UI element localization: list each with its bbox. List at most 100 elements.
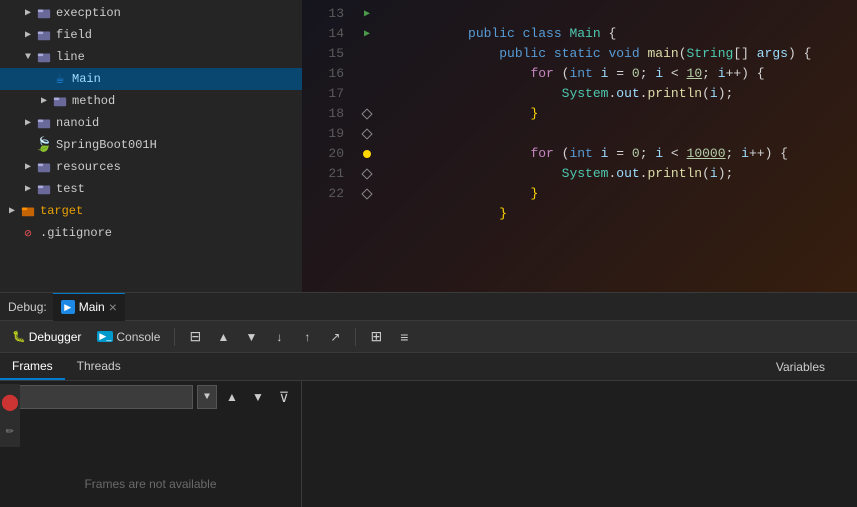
gutter-16 bbox=[352, 64, 382, 84]
folder-icon-exception bbox=[36, 5, 52, 21]
code-lines-area[interactable]: public class Main { public static void m… bbox=[382, 0, 857, 292]
gutter-18 bbox=[352, 104, 382, 124]
token: { bbox=[601, 26, 617, 41]
ln-20: 20 bbox=[302, 144, 352, 164]
gutter-19 bbox=[352, 124, 382, 144]
toolbar-evaluate-btn[interactable]: ⊞ bbox=[364, 325, 388, 349]
warning-dot-20 bbox=[363, 150, 371, 158]
breakpoint-diamond-18 bbox=[361, 108, 372, 119]
gutter-14: ▶ bbox=[352, 24, 382, 44]
tree-item-exception[interactable]: execption bbox=[0, 2, 302, 24]
left-debug-icons: ⬤ ✏ bbox=[0, 384, 20, 447]
ln-15: 15 bbox=[302, 44, 352, 64]
toolbar-stop-btn[interactable]: ↓ bbox=[267, 325, 291, 349]
tree-label-nanoid: nanoid bbox=[56, 116, 99, 130]
tree-item-target[interactable]: target bbox=[0, 200, 302, 222]
toolbar-settings-btn[interactable]: ≡ bbox=[392, 325, 416, 349]
token: = bbox=[608, 146, 631, 161]
tree-item-springboot[interactable]: 🍃 SpringBoot001H bbox=[0, 134, 302, 156]
ln-22: 22 bbox=[302, 184, 352, 204]
toolbar-separator bbox=[174, 328, 175, 346]
tree-item-line[interactable]: line bbox=[0, 46, 302, 68]
tree-item-field[interactable]: field bbox=[0, 24, 302, 46]
frames-nav-up[interactable]: ▲ bbox=[221, 386, 243, 408]
token: println bbox=[647, 166, 702, 181]
token: < bbox=[663, 146, 686, 161]
toolbar-step-out-btn[interactable]: ↑ bbox=[295, 325, 319, 349]
ln-21: 21 bbox=[302, 164, 352, 184]
debug-session-close[interactable]: × bbox=[109, 299, 117, 315]
console-tab-btn[interactable]: ▶_ Console bbox=[91, 325, 166, 349]
gutter-20 bbox=[352, 144, 382, 164]
token: } bbox=[530, 186, 538, 201]
token: int bbox=[569, 146, 600, 161]
pencil-icon[interactable]: ✏ bbox=[6, 422, 14, 439]
tree-arrow-main bbox=[36, 71, 52, 87]
variables-panel bbox=[302, 381, 857, 507]
springboot-icon: 🍃 bbox=[36, 137, 52, 153]
token: ++) { bbox=[726, 66, 765, 81]
tree-arrow-resources bbox=[20, 159, 36, 175]
toolbar-pause-btn[interactable]: ▼ bbox=[239, 325, 263, 349]
tree-item-main[interactable]: ☕ Main bbox=[0, 68, 302, 90]
token: i bbox=[655, 146, 663, 161]
console-label: Console bbox=[116, 330, 160, 344]
code-content: 13 14 15 16 17 18 19 20 21 22 ▶ ▶ bbox=[302, 0, 857, 292]
token bbox=[468, 86, 562, 101]
code-editor[interactable]: 13 14 15 16 17 18 19 20 21 22 ▶ ▶ bbox=[302, 0, 857, 292]
token: ; bbox=[640, 146, 656, 161]
token: args bbox=[757, 46, 788, 61]
tree-item-test[interactable]: test bbox=[0, 178, 302, 200]
stop-dot-icon[interactable]: ⬤ bbox=[1, 392, 19, 412]
token: System bbox=[562, 86, 609, 101]
step-out-icon: ↑ bbox=[304, 330, 310, 344]
tree-label-method: method bbox=[72, 94, 115, 108]
tree-item-gitignore[interactable]: ⊘ .gitignore bbox=[0, 222, 302, 244]
toolbar-rerun-btn[interactable]: ⊟ bbox=[183, 325, 207, 349]
token: ++) { bbox=[749, 146, 788, 161]
frames-tab[interactable]: Frames bbox=[0, 353, 65, 380]
token: i bbox=[655, 66, 663, 81]
folder-icon-test bbox=[36, 181, 52, 197]
line-gutter: ▶ ▶ bbox=[352, 0, 382, 292]
tree-item-method[interactable]: method bbox=[0, 90, 302, 112]
console-icon: ▶_ bbox=[97, 331, 113, 342]
gutter-13: ▶ bbox=[352, 4, 382, 24]
ln-16: 16 bbox=[302, 64, 352, 84]
threads-tab[interactable]: Threads bbox=[65, 353, 133, 380]
frames-dropdown-arrow[interactable]: ▼ bbox=[197, 385, 217, 409]
folder-icon-line bbox=[36, 49, 52, 65]
debug-session-icon: ▶ bbox=[61, 300, 75, 314]
frames-nav-down[interactable]: ▼ bbox=[247, 386, 269, 408]
code-line-19: for (int i = 0; i < 10000; i++) { bbox=[390, 124, 849, 144]
debug-session-name: Main bbox=[79, 300, 105, 314]
token: ) { bbox=[788, 46, 811, 61]
tree-arrow-field bbox=[20, 27, 36, 43]
token: class bbox=[523, 26, 570, 41]
toolbar-run-cursor-btn[interactable]: ↗ bbox=[323, 325, 347, 349]
tree-label-resources: resources bbox=[56, 160, 121, 174]
token: void bbox=[608, 46, 647, 61]
ln-14: 14 bbox=[302, 24, 352, 44]
ln-13: 13 bbox=[302, 4, 352, 24]
gitignore-icon: ⊘ bbox=[20, 225, 36, 241]
token: Main bbox=[569, 26, 600, 41]
token: int bbox=[569, 66, 600, 81]
debug-sub-tab-bar: Frames Threads Variables bbox=[0, 353, 857, 381]
toolbar-resume-btn[interactable]: ▲ bbox=[211, 325, 235, 349]
tree-arrow-nanoid bbox=[20, 115, 36, 131]
tree-arrow-gitignore bbox=[4, 225, 20, 241]
token: } bbox=[530, 106, 538, 121]
token: for bbox=[530, 66, 553, 81]
main-file-icon: ☕ bbox=[52, 71, 68, 87]
frames-dropdown[interactable] bbox=[6, 385, 193, 409]
debugger-tab-btn[interactable]: 🐛 Debugger bbox=[6, 325, 87, 349]
rerun-icon: ⊟ bbox=[190, 328, 202, 345]
tree-arrow-springboot bbox=[20, 137, 36, 153]
frames-filter-btn[interactable]: ⊽ bbox=[273, 386, 295, 408]
tree-item-nanoid[interactable]: nanoid bbox=[0, 112, 302, 134]
token: ( bbox=[702, 166, 710, 181]
tree-item-resources[interactable]: resources bbox=[0, 156, 302, 178]
tree-label-springboot: SpringBoot001H bbox=[56, 138, 157, 152]
debug-session-tab[interactable]: ▶ Main × bbox=[53, 293, 125, 321]
